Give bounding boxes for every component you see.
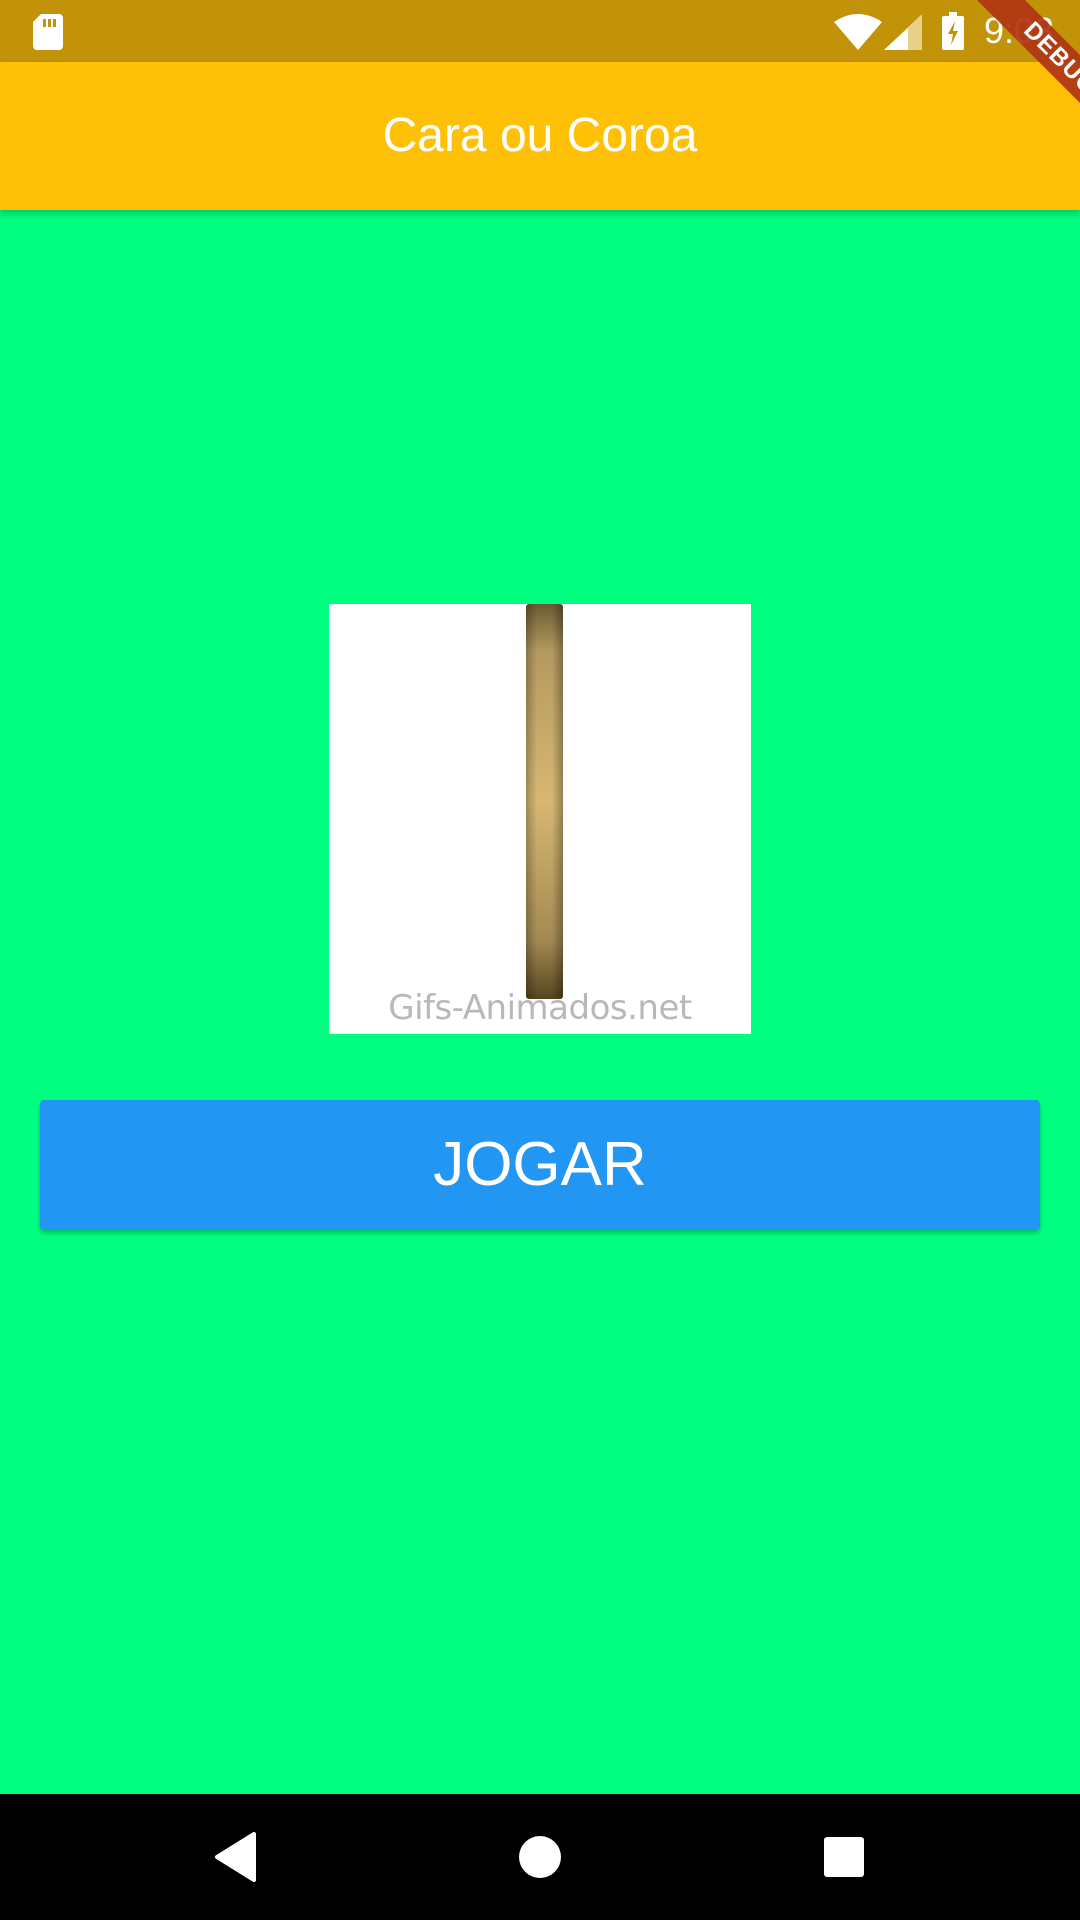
home-icon[interactable] — [477, 1794, 603, 1920]
navigation-bar — [0, 1794, 1080, 1920]
recents-icon[interactable] — [781, 1794, 907, 1920]
status-bar: 9:03 — [0, 0, 1080, 62]
app-title: Cara ou Coroa — [382, 109, 698, 162]
play-button[interactable]: JOGAR — [40, 1100, 1040, 1230]
status-clock: 9:03 — [984, 10, 1055, 51]
app-bar: Cara ou Coroa — [0, 62, 1080, 210]
back-icon[interactable] — [173, 1794, 299, 1920]
spinning-coin-image: Gifs-Animados.net — [329, 604, 751, 1034]
watermark-text: Gifs-Animados.net — [388, 988, 692, 1028]
cell-signal-icon — [884, 14, 922, 50]
sd-card-icon — [33, 14, 63, 50]
app-screen: 9:03 Cara ou Coroa Gifs-Animados.net JOG… — [0, 0, 1080, 1920]
battery-charging-icon — [942, 12, 964, 50]
wifi-icon — [834, 14, 882, 50]
coin-edge-graphic — [526, 604, 563, 999]
